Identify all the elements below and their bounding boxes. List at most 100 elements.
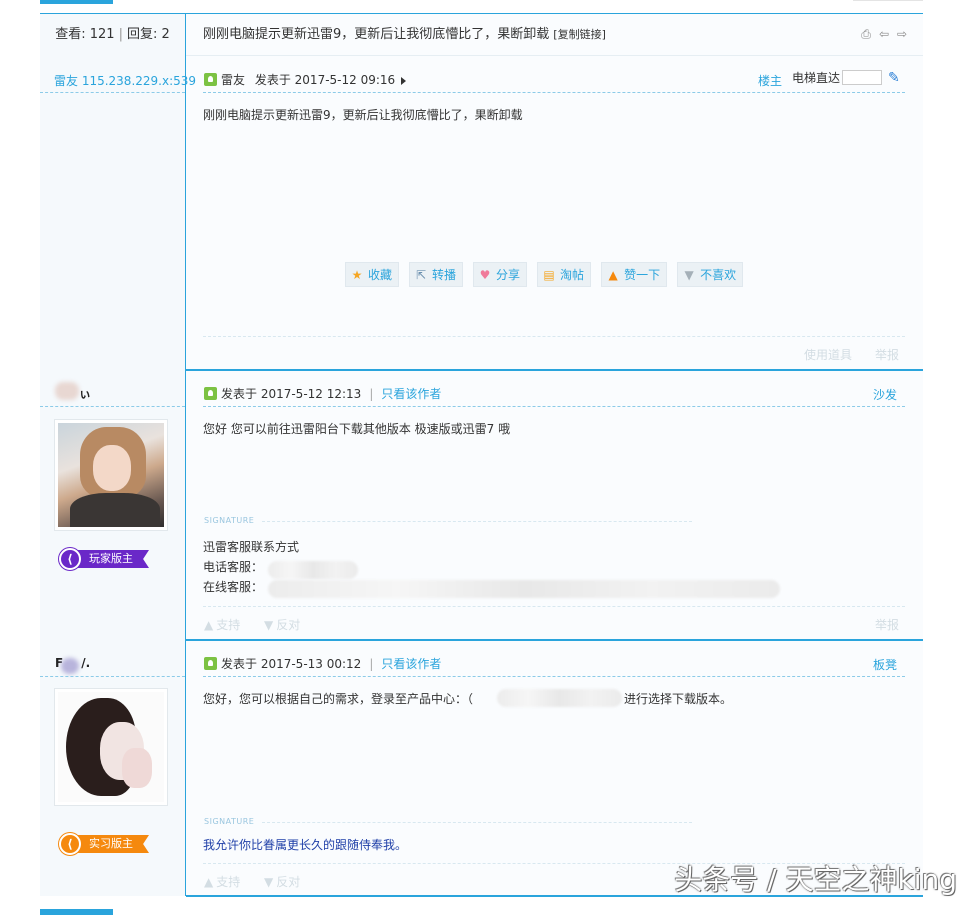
support-label: 支持	[216, 618, 241, 632]
watermark-text: 头条号 / 天空之神king	[674, 863, 957, 896]
oppose-label: 反对	[276, 618, 301, 632]
share-button[interactable]: ♥ 分享	[473, 262, 528, 287]
collect-button[interactable]: ▤ 淘帖	[537, 262, 592, 287]
product-center-url-redacted	[497, 689, 622, 707]
post-separator	[186, 369, 923, 371]
top-grey-line	[853, 0, 923, 1]
use-tool-link[interactable]: 使用道具	[804, 346, 852, 363]
oppose-button[interactable]: ▼ 反对	[264, 616, 300, 633]
post1-date: 发表于 2017-5-12 09:16	[254, 73, 396, 87]
author-dash	[40, 92, 185, 93]
post3-head-dash	[203, 676, 905, 677]
floor-jump-input[interactable]	[842, 70, 883, 85]
post3-floor-label[interactable]: 板凳	[873, 656, 897, 673]
collect-label: 淘帖	[560, 268, 585, 282]
thread-stats: 查看: 121 | 回复: 2	[40, 14, 185, 56]
post2-author-name[interactable]: ぃ	[79, 385, 91, 402]
thread-title-text: 刚刚电脑提示更新迅雷9，更新后让我彻底懵比了，果断卸载	[203, 27, 550, 42]
oppose-button[interactable]: ▼ 反对	[264, 873, 300, 890]
top-accent-bar	[40, 0, 113, 4]
meta-separator: |	[369, 657, 374, 671]
badge-logo-icon: ⟨	[59, 833, 81, 855]
avatar[interactable]	[54, 419, 168, 531]
report-link[interactable]: 举报	[875, 346, 899, 363]
replies-count: 回复: 2	[126, 27, 170, 42]
sig-line-1: 迅雷客服联系方式	[203, 540, 300, 554]
repost-icon: ⇱	[415, 267, 427, 282]
support-button[interactable]: ▲ 支持	[204, 873, 240, 890]
post1-head-dash	[203, 92, 905, 93]
copy-link-button[interactable]: [复制链接]	[553, 28, 606, 41]
column-divider	[185, 640, 186, 896]
phone-redacted	[268, 561, 358, 579]
signature-text: 我允许你比眷属更长久的跟随侍奉我。	[203, 838, 408, 852]
favorite-button[interactable]: ★ 收藏	[345, 262, 400, 287]
post3-date: 发表于 2017-5-13 00:12	[221, 657, 362, 671]
post2-foot-dash	[203, 606, 905, 607]
star-icon: ★	[351, 267, 363, 282]
meta-separator: |	[369, 387, 374, 401]
moderator-badge: ⟨ 实习版主	[59, 833, 149, 855]
post3-meta: 发表于 2017-5-13 00:12 | 只看该作者	[221, 655, 441, 672]
post1-floor-label: 楼主	[758, 74, 783, 88]
post1-user-label: 雷友	[221, 73, 246, 87]
post1-author-name[interactable]: 雷友 115.238.229.x:539	[54, 72, 196, 89]
signature-dash	[262, 822, 692, 823]
author-dash	[40, 406, 185, 407]
post2-head-dash	[203, 406, 905, 407]
post2-meta: 发表于 2017-5-12 12:13 | 只看该作者	[221, 385, 441, 402]
post3-content-after: 进行选择下载版本。	[624, 692, 733, 706]
floor-jump: 电梯直达 ✎	[792, 69, 900, 86]
author-name-blurred	[61, 658, 79, 674]
like-label: 赞一下	[624, 268, 661, 282]
post-separator	[186, 639, 923, 641]
thumb-up-icon: ▲	[204, 618, 214, 632]
oppose-label: 反对	[276, 875, 301, 889]
expand-caret-icon[interactable]	[401, 76, 407, 85]
signature-label: SIGNATURE	[204, 817, 255, 826]
only-author-link[interactable]: 只看该作者	[381, 657, 441, 671]
post1-foot-dash	[203, 336, 905, 337]
bottom-accent-bar	[40, 909, 113, 915]
floor-jump-go-icon[interactable]: ✎	[888, 70, 900, 86]
thumb-up-icon: ▲	[204, 875, 214, 889]
like-button[interactable]: ▲ 赞一下	[601, 262, 668, 287]
post2-floor-label[interactable]: 沙发	[873, 386, 897, 403]
dislike-button[interactable]: ▼ 不喜欢	[677, 262, 744, 287]
sig-line-3: 在线客服：	[203, 580, 264, 594]
post2-date: 发表于 2017-5-12 12:13	[221, 387, 362, 401]
report-link[interactable]: 举报	[875, 616, 899, 633]
share-label: 分享	[496, 268, 521, 282]
signature-label: SIGNATURE	[204, 516, 255, 525]
thread-title: 刚刚电脑提示更新迅雷9，更新后让我彻底懵比了，果断卸载 [复制链接]	[203, 14, 606, 56]
signature-dash	[262, 521, 692, 522]
post1-action-bar: ★ 收藏 ⇱ 转播 ♥ 分享 ▤ 淘帖 ▲ 赞一下 ▼ 不喜欢	[345, 262, 744, 287]
post1-content: 刚刚电脑提示更新迅雷9，更新后让我彻底懵比了，果断卸载	[203, 108, 523, 122]
stats-separator: |	[118, 27, 123, 42]
prev-thread-icon[interactable]: ⇦	[877, 27, 891, 41]
author-name-blurred	[55, 382, 79, 400]
post1-meta: 雷友 发表于 2017-5-12 09:16	[221, 71, 407, 88]
favorite-label: 收藏	[368, 268, 393, 282]
online-status-icon	[204, 657, 217, 670]
badge-label: 实习版主	[75, 835, 149, 853]
badge-label: 玩家版主	[75, 550, 149, 568]
repost-button[interactable]: ⇱ 转播	[409, 262, 464, 287]
header-divider	[186, 55, 923, 56]
sig-line-2: 电话客服：	[203, 560, 264, 574]
online-service-redacted	[268, 580, 780, 598]
thumb-down-icon: ▼	[264, 618, 274, 632]
avatar[interactable]	[54, 688, 168, 806]
moderator-badge: ⟨ 玩家版主	[59, 548, 149, 570]
next-thread-icon[interactable]: ⇨	[895, 27, 909, 41]
support-button[interactable]: ▲ 支持	[204, 616, 240, 633]
author-suffix: /.	[81, 656, 91, 670]
dislike-label: 不喜欢	[700, 268, 737, 282]
column-divider	[185, 370, 186, 640]
heart-icon: ♥	[479, 267, 491, 282]
badge-logo-icon: ⟨	[59, 548, 81, 570]
column-divider	[185, 14, 186, 370]
only-author-link[interactable]: 只看该作者	[381, 387, 441, 401]
print-icon[interactable]: ⎙	[859, 27, 873, 41]
online-status-icon	[204, 73, 217, 86]
